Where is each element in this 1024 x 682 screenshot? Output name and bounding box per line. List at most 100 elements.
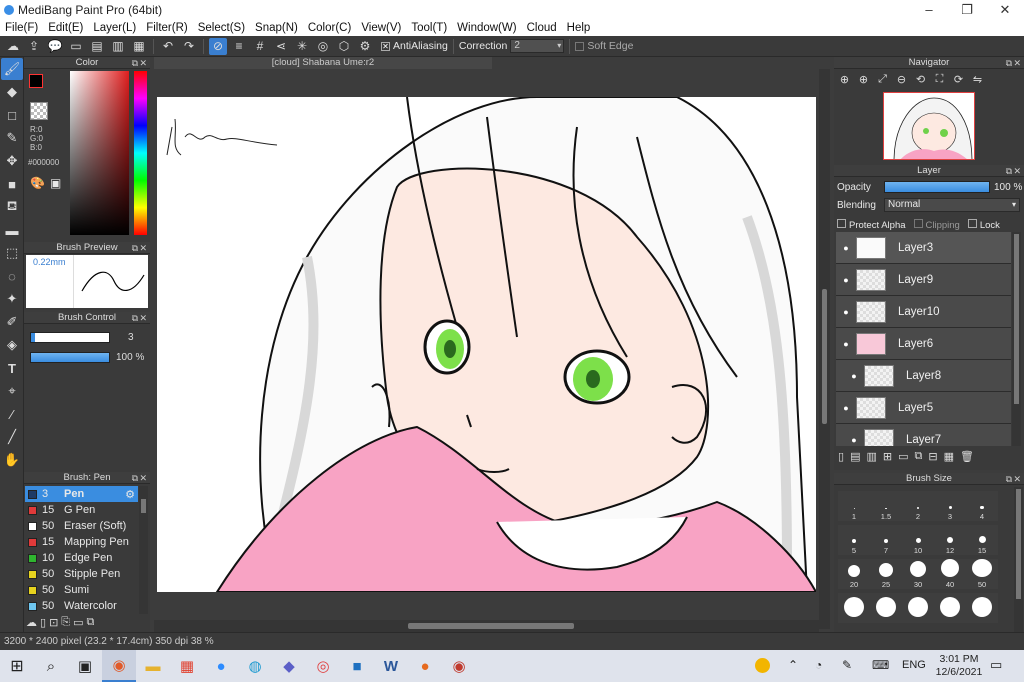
brush-options-icon[interactable]: ⊡	[49, 616, 58, 629]
brush-size-option[interactable]: 3	[934, 491, 966, 521]
cloud-icon[interactable]: ☁	[4, 38, 22, 55]
menu-cloud[interactable]: Cloud	[522, 22, 562, 34]
rotate-left-icon[interactable]: ⟲	[912, 71, 929, 88]
snap-circle-icon[interactable]: ◎	[314, 38, 332, 55]
menu-filter[interactable]: Filter(R)	[141, 22, 193, 34]
snap-settings-icon[interactable]: ⚙	[356, 38, 374, 55]
layer-row[interactable]: ● Layer8	[836, 360, 1011, 392]
menu-file[interactable]: File(F)	[0, 22, 43, 34]
menu-layer[interactable]: Layer(L)	[88, 22, 141, 34]
menu-select[interactable]: Select(S)	[193, 22, 250, 34]
panel-close-icon[interactable]: ✕	[1013, 165, 1021, 177]
visibility-icon[interactable]: ●	[836, 307, 856, 317]
new-folder-icon[interactable]: ▭	[898, 450, 908, 463]
clock[interactable]: 3:01 PM 12/6/2021	[935, 653, 983, 679]
merge-layer-icon[interactable]: ⊟	[928, 450, 937, 463]
zoom-out-icon[interactable]: ⊖	[893, 71, 910, 88]
undo-icon[interactable]: ↶	[159, 38, 177, 55]
brush-size-option[interactable]	[966, 593, 998, 623]
brush-size-option[interactable]: 7	[870, 525, 902, 555]
brush-size-option[interactable]: 5	[838, 525, 870, 555]
brush-size-option[interactable]: 4	[966, 491, 998, 521]
new-layer-icon[interactable]: ▯	[838, 450, 844, 463]
menu-help[interactable]: Help	[562, 22, 596, 34]
clipping-checkbox[interactable]: Clipping	[913, 219, 960, 231]
new-halftone-layer-icon[interactable]: ▤	[850, 450, 860, 463]
share-icon[interactable]: ⇪	[25, 38, 43, 55]
brush-item-edge-pen[interactable]: 10 Edge Pen	[25, 550, 138, 566]
layer-row[interactable]: ● Layer10	[836, 296, 1011, 328]
drawing-canvas[interactable]	[157, 97, 816, 592]
wifi-icon[interactable]: ◔	[815, 658, 822, 672]
lasso-icon[interactable]: ◌	[1, 265, 23, 287]
menu-view[interactable]: View(V)	[356, 22, 406, 34]
hue-slider[interactable]	[134, 71, 147, 235]
visibility-icon[interactable]: ●	[844, 371, 864, 381]
fullscreen-icon[interactable]: ⛶	[931, 71, 948, 88]
snap-curve-icon[interactable]: ⬡	[335, 38, 353, 55]
brush-item-eraser-soft[interactable]: 50 Eraser (Soft)	[25, 518, 138, 534]
select-rect-icon[interactable]: ⬚	[1, 242, 23, 264]
maximize-button[interactable]: ❐	[948, 0, 986, 19]
brush-item-stipple-pen[interactable]: 50 Stipple Pen	[25, 566, 138, 582]
panel-close-icon[interactable]: ✕	[139, 472, 147, 484]
media-icon[interactable]: ◉	[442, 650, 476, 682]
layer-row[interactable]: ● Layer9	[836, 264, 1011, 296]
soft-edge-checkbox[interactable]	[575, 41, 585, 51]
snap-parallel-icon[interactable]: ≡	[230, 38, 248, 55]
navigator-thumbnail[interactable]	[883, 92, 975, 160]
brush-size-option[interactable]: 1	[838, 491, 870, 521]
text-icon[interactable]: T	[1, 357, 23, 379]
brush-size-option[interactable]: 2	[902, 491, 934, 521]
chrome-icon[interactable]: ◎	[306, 650, 340, 682]
visibility-icon[interactable]: ●	[844, 435, 864, 445]
eraser-icon[interactable]: ◆	[1, 81, 23, 103]
transparent-swatch[interactable]	[30, 102, 48, 120]
minimize-button[interactable]: –	[910, 0, 948, 19]
canvas-horizontal-scrollbar[interactable]	[154, 620, 819, 632]
pen-icon[interactable]: ✎	[1, 127, 23, 149]
zoom-in-icon[interactable]: ⊕	[836, 71, 853, 88]
panel-icon[interactable]: ▥	[109, 38, 127, 55]
zoom-in-alt-icon[interactable]: ⊕	[855, 71, 872, 88]
brush-icon[interactable]: 🖌	[1, 58, 23, 80]
canvas-vertical-scrollbar[interactable]	[819, 69, 830, 629]
protect-alpha-checkbox[interactable]: Protect Alpha	[837, 219, 906, 231]
zoom-app-icon[interactable]: ●	[204, 650, 238, 682]
menu-tool[interactable]: Tool(T)	[406, 22, 452, 34]
move-icon[interactable]: ✥	[1, 150, 23, 172]
detach-icon[interactable]: ⧉	[132, 57, 138, 69]
medibang-taskbar-icon[interactable]: ◉	[102, 650, 136, 682]
flip-icon[interactable]: ⇋	[969, 71, 986, 88]
task-view-icon[interactable]: ▣	[68, 650, 102, 682]
panel-close-icon[interactable]: ✕	[1013, 57, 1021, 69]
snap-grid-icon[interactable]: #	[251, 38, 269, 55]
brush-item-pen[interactable]: 3 Pen ⚙	[25, 486, 138, 502]
brush-item-gpen[interactable]: 15 G Pen	[25, 502, 138, 518]
page-icon[interactable]: ▤	[88, 38, 106, 55]
panel-close-icon[interactable]: ✕	[139, 242, 147, 254]
copy-brush-icon[interactable]: ⎘	[61, 616, 70, 629]
brush-size-option[interactable]	[902, 593, 934, 623]
redo-icon[interactable]: ↷	[180, 38, 198, 55]
select-eraser-icon[interactable]: ◈	[1, 334, 23, 356]
brush-item-mapping-pen[interactable]: 15 Mapping Pen	[25, 534, 138, 550]
word-icon[interactable]: W	[374, 650, 408, 682]
layer-opacity-slider[interactable]	[884, 181, 990, 193]
brush-size-option[interactable]	[838, 593, 870, 623]
visibility-icon[interactable]: ●	[836, 275, 856, 285]
brush-size-option[interactable]: 50	[966, 559, 998, 589]
fit-icon[interactable]: ⤢	[874, 71, 891, 88]
menu-snap[interactable]: Snap(N)	[250, 22, 303, 34]
panel-close-icon[interactable]: ✕	[1013, 473, 1021, 485]
visibility-icon[interactable]: ●	[836, 339, 856, 349]
saturation-value-picker[interactable]	[70, 71, 129, 235]
hand-icon[interactable]: ✋	[1, 449, 23, 471]
duplicate-icon[interactable]: ⧉	[87, 616, 95, 629]
new-brush-icon[interactable]: ▯	[40, 616, 46, 629]
file-explorer-icon[interactable]: ▬	[136, 650, 170, 682]
blending-select[interactable]: Normal ▾	[884, 198, 1020, 212]
search-icon[interactable]: ⌕	[34, 650, 68, 682]
gradient-icon[interactable]: ▬	[1, 219, 23, 241]
add-layer-menu-icon[interactable]: ⊞	[883, 450, 892, 463]
